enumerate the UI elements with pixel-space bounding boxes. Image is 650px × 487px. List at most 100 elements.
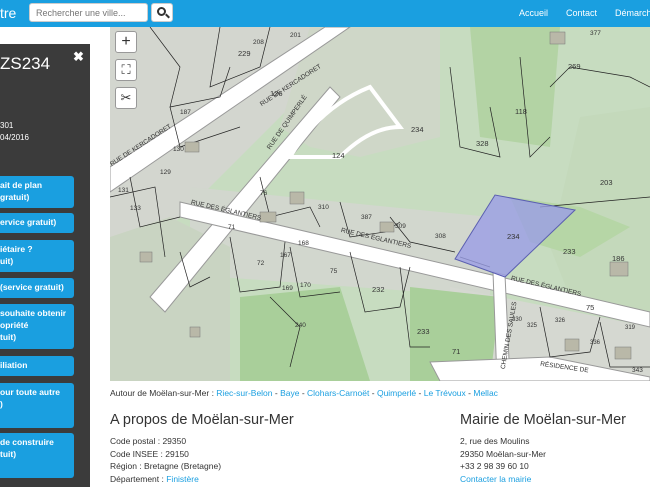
parcel-number: 124 xyxy=(332,151,345,160)
parcel-number: 387 xyxy=(361,214,372,221)
parcel-title: ZS234 xyxy=(0,54,51,73)
button-label: tuit) xyxy=(0,449,17,459)
cadastre-map[interactable]: RUE DE KERCADORET RUE DE QUIMPERLÉ RUE D… xyxy=(110,27,650,381)
parcel-number: 269 xyxy=(568,62,581,71)
parcel-info-line: 301 xyxy=(0,121,14,130)
parcel-number: 328 xyxy=(476,139,489,148)
button-label: iliation xyxy=(0,360,28,370)
sidebar-button-service[interactable]: ervice gratuit) xyxy=(0,213,74,233)
parcel-number: 310 xyxy=(318,204,329,211)
parcel-number: 126 xyxy=(270,89,283,98)
nav-demarches[interactable]: Démarch xyxy=(615,8,650,18)
button-label: ait de plan xyxy=(0,180,43,190)
parcel-number: 133 xyxy=(130,205,141,212)
button-label: ervice gratuit) xyxy=(0,217,57,227)
sidebar-button-plan[interactable]: ait de plan gratuit) xyxy=(0,176,74,208)
postal-code: Code postal : 29350 xyxy=(110,436,187,446)
parcel-number: 75 xyxy=(330,268,338,275)
parcel-number: 130 xyxy=(173,146,184,153)
parcel-number: 129 xyxy=(160,169,171,176)
parcel-number: 186 xyxy=(612,254,625,263)
fullscreen-icon: ⛶ xyxy=(121,62,131,77)
nearby-prefix: Autour de Moëlan-sur-Mer : xyxy=(110,388,217,398)
parcel-number: 75 xyxy=(586,303,595,312)
parcel-number: 343 xyxy=(632,367,643,374)
sidebar-button-proprietaire[interactable]: iétaire ? uit) xyxy=(0,240,74,272)
button-label: opriété xyxy=(0,320,29,330)
town-link[interactable]: Clohars-Carnoët xyxy=(307,388,369,398)
parcel-number: 233 xyxy=(417,327,430,336)
separator: - xyxy=(369,388,377,398)
department: Département : Finistère xyxy=(110,473,221,486)
scissors-icon: ✂ xyxy=(120,90,132,105)
nearby-towns: Autour de Moëlan-sur-Mer : Riec-sur-Belo… xyxy=(110,388,498,398)
region: Région : Bretagne (Bretagne) xyxy=(110,461,222,471)
brand-logo[interactable]: tre xyxy=(0,5,16,21)
close-icon[interactable]: ✖ xyxy=(73,49,84,65)
parcel-number: 330 xyxy=(512,317,523,323)
top-navbar: tre Accueil Contact Démarch xyxy=(0,0,650,27)
parcel-number: 131 xyxy=(118,187,129,194)
parcel-number: 71 xyxy=(228,224,236,231)
parcel-number: 229 xyxy=(238,49,251,58)
measure-tool-button[interactable]: ✂ xyxy=(115,87,137,109)
sidebar-button-construire[interactable]: de construire tuit) xyxy=(0,433,74,478)
separator: - xyxy=(416,388,424,398)
parcel-number: 336 xyxy=(590,340,601,346)
parcel-number: 170 xyxy=(300,282,311,289)
parcel-number: 201 xyxy=(290,32,301,39)
nav-accueil[interactable]: Accueil xyxy=(519,8,548,18)
parcel-number: 325 xyxy=(527,323,538,329)
button-label: uit) xyxy=(0,256,14,266)
button-label: our toute autre xyxy=(0,387,60,397)
parcel-number: 169 xyxy=(282,285,293,292)
parcel-number: 234 xyxy=(507,232,520,241)
parcel-number: 203 xyxy=(600,178,613,187)
button-label: de construire xyxy=(0,437,54,447)
parcel-number: 168 xyxy=(298,240,309,247)
town-link[interactable]: Quimperlé xyxy=(377,388,416,398)
parcel-number: 232 xyxy=(372,285,385,294)
department-link[interactable]: Finistère xyxy=(166,474,199,484)
parcel-number: 71 xyxy=(452,347,461,356)
city-search-input[interactable] xyxy=(29,3,148,22)
town-link[interactable]: Mellac xyxy=(473,388,498,398)
parcel-number: 208 xyxy=(253,39,264,46)
button-label: tuit) xyxy=(0,332,17,342)
button-label: (service gratuit) xyxy=(0,282,64,292)
department-label: Département : xyxy=(110,473,167,484)
parcel-number: 76 xyxy=(260,190,268,197)
sidebar-button-service-gratuit[interactable]: (service gratuit) xyxy=(0,278,74,298)
button-label: iétaire ? xyxy=(0,244,33,254)
parcel-number: 72 xyxy=(257,260,265,267)
separator: - xyxy=(299,388,308,398)
parcel-number: 167 xyxy=(280,252,291,259)
nav-contact[interactable]: Contact xyxy=(566,8,597,18)
mairie-address: 2, rue des Moulins xyxy=(460,436,530,446)
parcel-number: 233 xyxy=(563,247,576,256)
sidebar-button-obtenir[interactable]: souhaite obtenir opriété tuit) xyxy=(0,304,74,349)
parcel-number: 234 xyxy=(411,125,424,134)
parcel-number: 308 xyxy=(435,233,446,240)
about-info: Code postal : 29350 Code INSEE : 29150 R… xyxy=(110,435,221,485)
parcel-info-line: 04/2016 xyxy=(0,133,29,142)
insee-code: Code INSEE : 29150 xyxy=(110,448,189,459)
separator: - xyxy=(272,388,281,398)
mairie-info: 2, rue des Moulins 29350 Moëlan-sur-Mer … xyxy=(460,435,546,485)
parcel-number: 240 xyxy=(295,322,306,329)
about-title: A propos de Moëlan-sur-Mer xyxy=(110,412,294,428)
town-link[interactable]: Riec-sur-Belon xyxy=(216,388,272,398)
town-link[interactable]: Baye xyxy=(280,388,299,398)
zoom-in-button[interactable]: + xyxy=(115,31,137,53)
parcel-number: 326 xyxy=(555,318,566,324)
parcel-number: 377 xyxy=(590,30,601,37)
mairie-city: 29350 Moëlan-sur-Mer xyxy=(460,448,546,459)
parcel-number: 118 xyxy=(515,107,527,116)
plus-icon: + xyxy=(121,33,131,50)
sidebar-button-autre[interactable]: our toute autre ) xyxy=(0,383,74,428)
town-link[interactable]: Le Trévoux xyxy=(424,388,466,398)
search-button[interactable] xyxy=(151,3,173,22)
fullscreen-button[interactable]: ⛶ xyxy=(115,59,137,81)
contact-mairie-link[interactable]: Contacter la mairie xyxy=(460,473,546,486)
sidebar-button-affiliation[interactable]: iliation xyxy=(0,356,74,376)
